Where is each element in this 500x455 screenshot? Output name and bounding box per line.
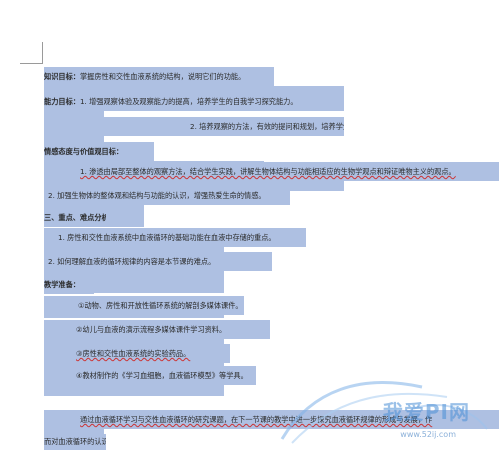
doc-line[interactable]: 三、重点、难点分析 bbox=[44, 208, 106, 227]
watermark-brand: 我爱PI网 bbox=[382, 400, 470, 424]
doc-line[interactable]: ④教材制作的《学习血细胞，血液循环模型》等学具。 bbox=[44, 366, 256, 385]
document-page[interactable]: 知识目标：掌握房性和交性血液系统的结构，说明它们的功能。 能力目标：1. 增强观… bbox=[0, 0, 500, 455]
doc-line[interactable]: 能力目标：1. 增强观察体验及观察能力的提高，培养学生的自我学习探究能力。 bbox=[44, 92, 344, 111]
doc-line[interactable]: ①动物、房性和开放性循环系统的解剖多媒体课件。 bbox=[44, 296, 244, 315]
doc-line[interactable]: ③房性和交性血液系统的实验药品。 bbox=[44, 344, 230, 363]
doc-line[interactable]: 1. 房性和交性血液系统中血液循环的基础功能在血液中存储的重点。 bbox=[44, 228, 306, 247]
doc-line[interactable]: 教学准备： bbox=[44, 275, 94, 294]
watermark-url: www.52ij.com bbox=[400, 430, 456, 439]
doc-line[interactable]: 1. 渗透由局部至整体的观察方法，结合学生实践，讲解生物体结构与功能相适应的生物… bbox=[44, 162, 499, 181]
doc-line[interactable]: 而对血液循环的认识。 bbox=[44, 434, 106, 450]
margin-corner-mark bbox=[20, 63, 42, 64]
doc-line[interactable]: 情感态度与价值观目标： bbox=[44, 142, 154, 161]
doc-line[interactable]: 2. 加强生物体的整体观和结构与功能的认识，增强热爱生命的情感。 bbox=[44, 186, 290, 205]
doc-line[interactable]: ②幼儿与血液的演示流程多媒体课件学习资料。 bbox=[44, 320, 270, 339]
doc-line[interactable]: 知识目标：掌握房性和交性血液系统的结构，说明它们的功能。 bbox=[44, 67, 274, 86]
doc-line[interactable]: 2. 如何理解血液的循环规律的内容是本节课的难点。 bbox=[44, 252, 272, 271]
doc-line[interactable]: 2. 培养观察的方法，有效的提问和规划，培养学生的识图能力。 bbox=[44, 117, 344, 136]
margin-corner-mark bbox=[42, 42, 43, 64]
